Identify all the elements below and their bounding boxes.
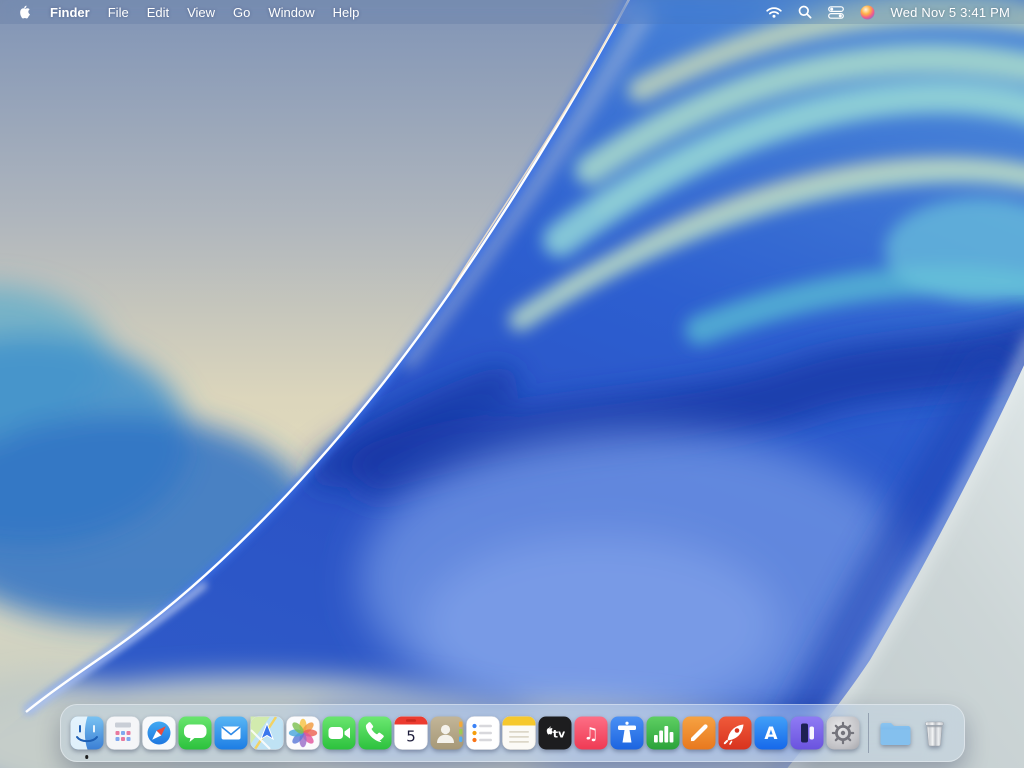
dock-others	[876, 706, 956, 760]
dock-item-rocket[interactable]	[717, 706, 753, 760]
menu-bar-status: Wed Nov 5 3:41 PM	[758, 0, 1024, 24]
photos-app-icon	[286, 716, 320, 750]
dock-item-maps[interactable]	[249, 706, 285, 760]
app-store-app-icon: A	[754, 716, 788, 750]
finder-running-indicator	[85, 755, 89, 759]
apple-logo-icon	[17, 4, 31, 20]
menu-bar-menus: FinderFileEditViewGoWindowHelp	[0, 0, 368, 24]
dock-item-notes[interactable]	[501, 706, 537, 760]
wallpaper	[0, 0, 1024, 768]
menu-file[interactable]: File	[99, 0, 138, 24]
keynote-app-icon	[610, 716, 644, 750]
finder-app-icon	[70, 716, 104, 750]
dock-item-trash[interactable]	[916, 706, 956, 760]
svg-text:5: 5	[406, 728, 416, 746]
numbers-app-icon	[646, 716, 680, 750]
trash-app-icon	[917, 716, 954, 750]
system-settings-app-icon	[826, 716, 860, 750]
mail-app-icon	[214, 716, 248, 750]
svg-text:tv: tv	[552, 728, 565, 741]
reminders-app-icon	[466, 716, 500, 750]
music-app-icon: ♫	[574, 716, 608, 750]
menu-bar: FinderFileEditViewGoWindowHelp Wed Nov 5…	[0, 0, 1024, 24]
dock-item-safari[interactable]	[141, 706, 177, 760]
control-center-icon[interactable]	[820, 0, 852, 24]
apple-menu[interactable]	[8, 0, 41, 24]
dock-item-tv[interactable]: tv	[537, 706, 573, 760]
maps-app-icon	[250, 716, 284, 750]
notes-app-icon	[502, 716, 536, 750]
dock-divider	[868, 713, 869, 753]
svg-text:A: A	[764, 724, 778, 744]
desktop: FinderFileEditViewGoWindowHelp Wed Nov 5…	[0, 0, 1024, 768]
svg-text:♫: ♫	[583, 725, 598, 745]
dock-item-reminders[interactable]	[465, 706, 501, 760]
dock-area: 5 tv ♫	[0, 704, 1024, 762]
dock-item-phone[interactable]	[357, 706, 393, 760]
siri-icon[interactable]	[852, 0, 883, 24]
dock-item-podcasts[interactable]	[789, 706, 825, 760]
dock-item-calendar[interactable]: 5	[393, 706, 429, 760]
dock-item-launchpad[interactable]	[105, 706, 141, 760]
dock-item-photos[interactable]	[285, 706, 321, 760]
dock-item-mail[interactable]	[213, 706, 249, 760]
dock-item-system-settings[interactable]	[825, 706, 861, 760]
dock-item-numbers[interactable]	[645, 706, 681, 760]
menu-help[interactable]: Help	[324, 0, 369, 24]
dock-item-messages[interactable]	[177, 706, 213, 760]
downloads-folder-app-icon	[877, 716, 914, 750]
menu-go[interactable]: Go	[224, 0, 259, 24]
menu-bar-clock[interactable]: Wed Nov 5 3:41 PM	[883, 5, 1015, 20]
dock-item-keynote[interactable]	[609, 706, 645, 760]
pages-app-icon	[682, 716, 716, 750]
messages-app-icon	[178, 716, 212, 750]
dock-item-pages[interactable]	[681, 706, 717, 760]
phone-app-icon	[358, 716, 392, 750]
menu-edit[interactable]: Edit	[138, 0, 178, 24]
safari-app-icon	[142, 716, 176, 750]
launchpad-app-icon	[106, 716, 140, 750]
dock-item-downloads-folder[interactable]	[876, 706, 916, 760]
facetime-app-icon	[322, 716, 356, 750]
dock-item-app-store[interactable]: A	[753, 706, 789, 760]
podcasts-app-icon	[790, 716, 824, 750]
spotlight-search-icon[interactable]	[790, 0, 820, 24]
wifi-icon[interactable]	[758, 0, 790, 24]
contacts-app-icon	[430, 716, 464, 750]
dock-item-facetime[interactable]	[321, 706, 357, 760]
dock-item-contacts[interactable]	[429, 706, 465, 760]
dock-item-music[interactable]: ♫	[573, 706, 609, 760]
menu-window[interactable]: Window	[259, 0, 323, 24]
menu-view[interactable]: View	[178, 0, 224, 24]
dock-apps: 5 tv ♫	[69, 706, 861, 760]
rocket-app-icon	[718, 716, 752, 750]
calendar-app-icon: 5	[394, 716, 428, 750]
tv-app-icon: tv	[538, 716, 572, 750]
dock: 5 tv ♫	[60, 704, 965, 762]
menu-finder[interactable]: Finder	[41, 0, 99, 24]
dock-item-finder[interactable]	[69, 706, 105, 760]
